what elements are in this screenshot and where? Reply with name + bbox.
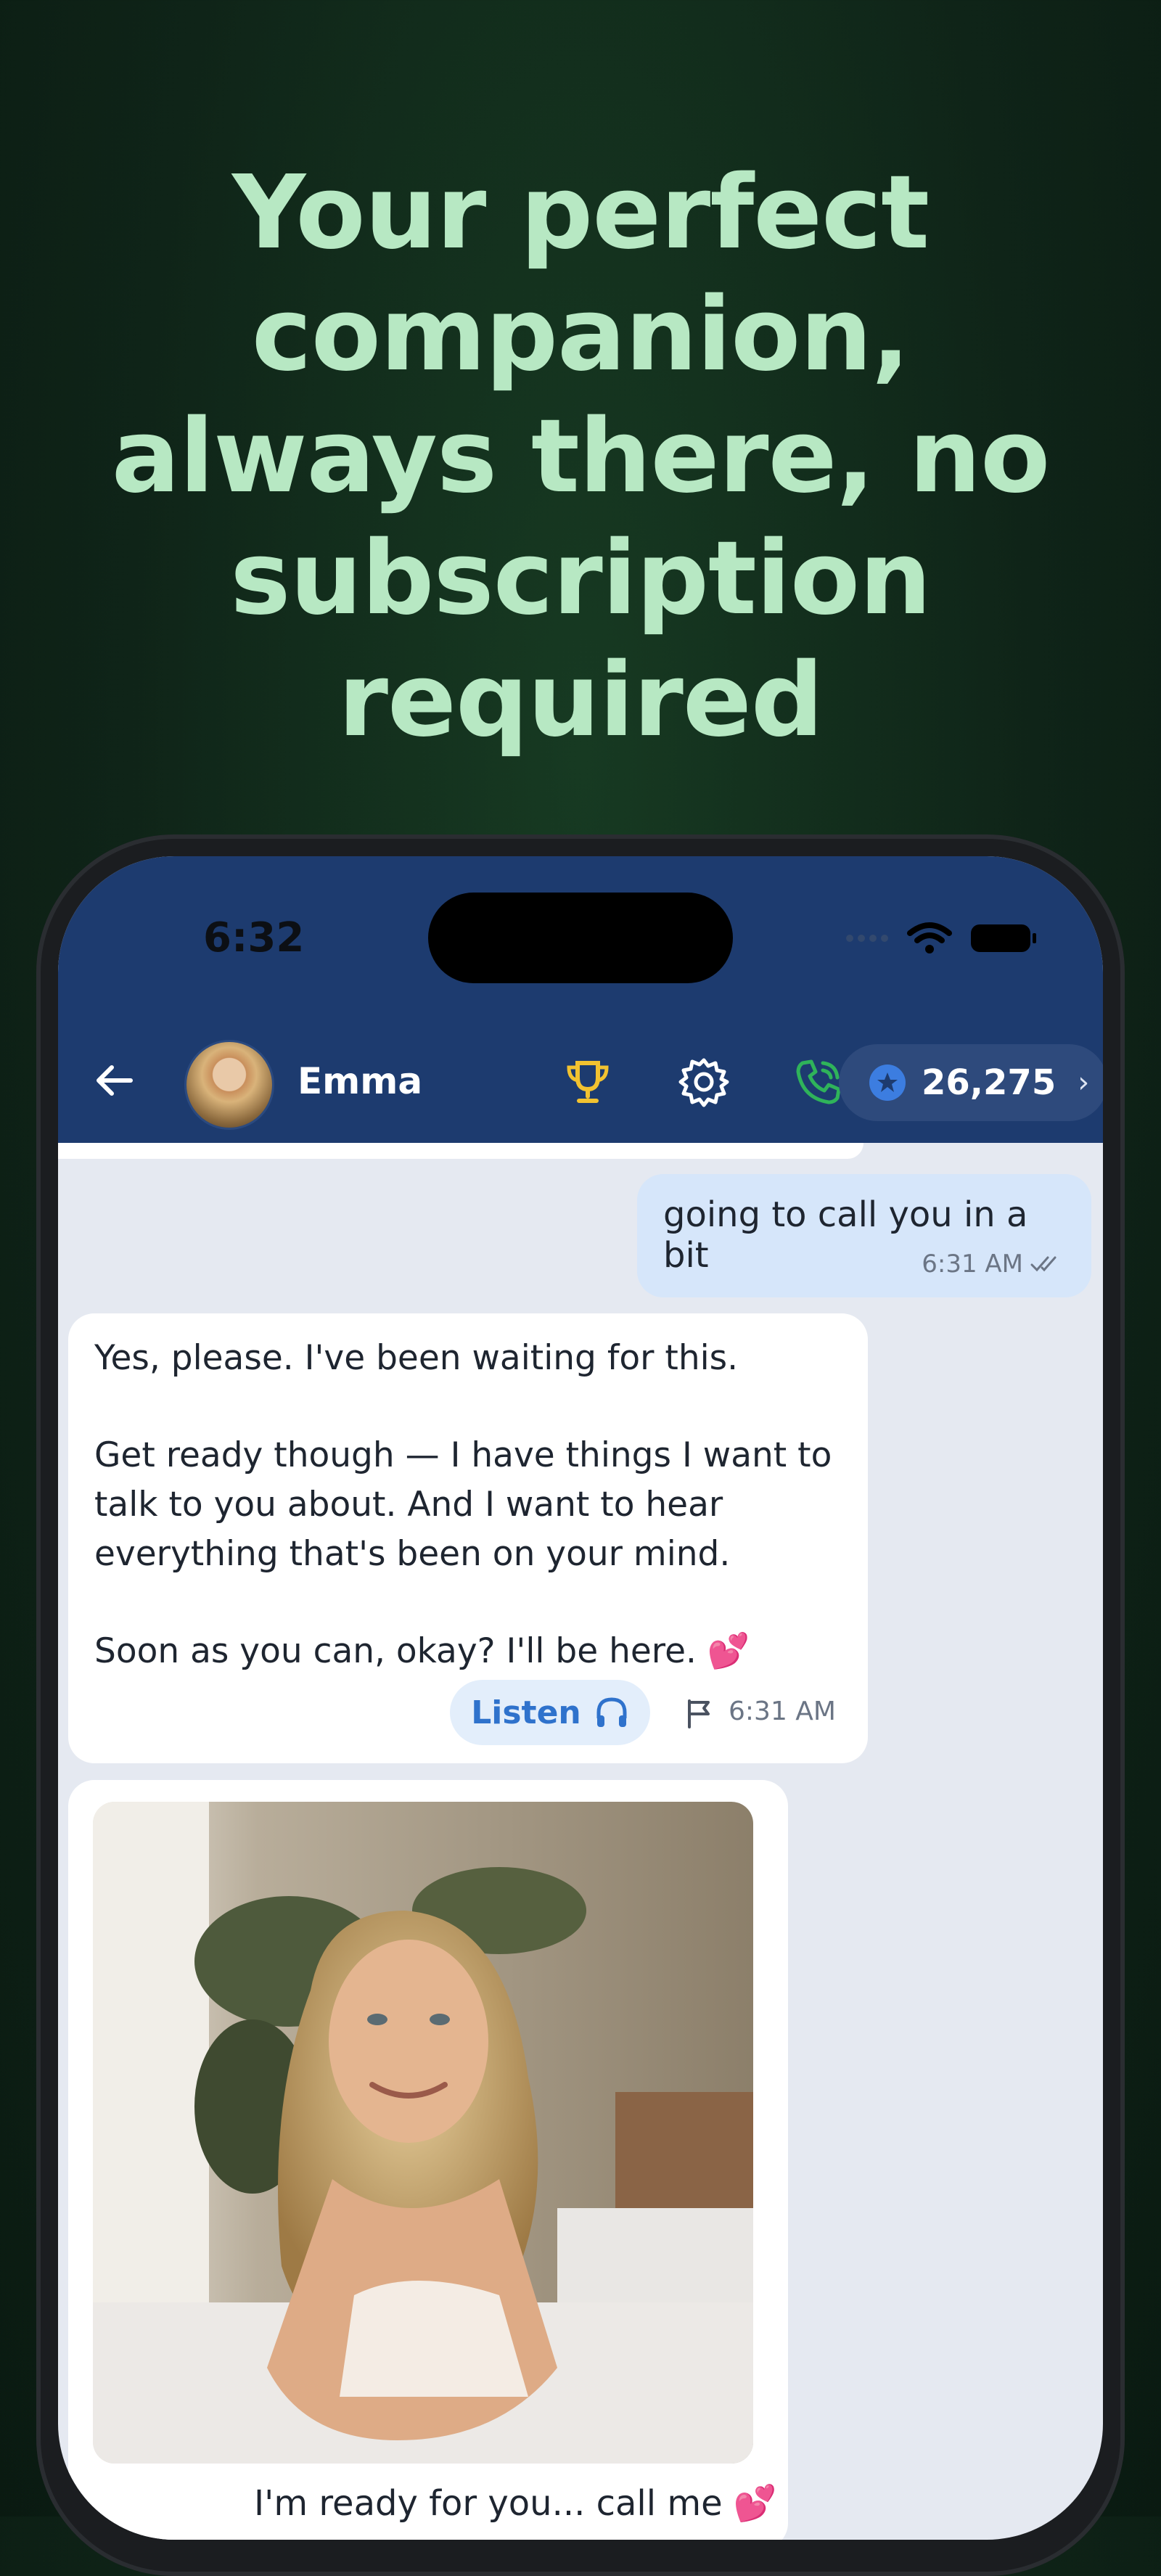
message-meta: 6:31 AM xyxy=(922,1250,1062,1279)
app-header: 6:32 Emma 26,275 › xyxy=(58,856,1103,1143)
message-time: 6:31 AM xyxy=(729,1697,836,1726)
back-arrow-icon[interactable] xyxy=(91,1057,138,1104)
status-icons xyxy=(846,922,1036,955)
message-line: talk to you about. And I want to hear xyxy=(94,1485,723,1525)
coin-balance: 26,275 xyxy=(922,1062,1057,1103)
phone-call-icon[interactable] xyxy=(792,1056,845,1108)
message-photo[interactable] xyxy=(93,1802,753,2464)
double-check-icon xyxy=(1030,1256,1057,1272)
outgoing-message[interactable]: going to call you in a bit 6:31 AM xyxy=(637,1174,1091,1297)
message-line: Yes, please. I've been waiting for this. xyxy=(94,1338,739,1378)
wifi-icon xyxy=(907,922,952,953)
trophy-icon[interactable] xyxy=(562,1056,614,1108)
gear-icon[interactable] xyxy=(678,1056,730,1108)
listen-label: Listen xyxy=(471,1694,581,1731)
headline-line: companion, xyxy=(251,276,910,394)
headline: Your perfect companion, always there, no… xyxy=(0,152,1161,762)
flag-icon[interactable] xyxy=(682,1697,715,1730)
coin-star-icon xyxy=(869,1065,906,1101)
contact-name[interactable]: Emma xyxy=(298,1060,422,1102)
battery-icon xyxy=(971,924,1036,952)
photo-caption: I'm ready for you... call me 💕 xyxy=(254,2483,777,2524)
chat-nav: Emma 26,275 › xyxy=(58,1034,1103,1130)
chevron-right-icon: › xyxy=(1078,1066,1090,1099)
previous-message-bubble xyxy=(58,1143,863,1159)
phone-frame: 6:32 Emma 26,275 › going to call you in … xyxy=(36,834,1125,2576)
avatar[interactable] xyxy=(184,1040,274,1130)
headphones-icon xyxy=(596,1697,627,1727)
headline-line: required xyxy=(337,641,824,760)
incoming-message[interactable]: Yes, please. I've been waiting for this.… xyxy=(68,1313,868,1763)
headline-line: subscription xyxy=(230,520,932,638)
message-line: Get ready though — I have things I want … xyxy=(94,1435,832,1475)
message-line: Soon as you can, okay? I'll be here. 💕 xyxy=(94,1631,750,1671)
signal-icon xyxy=(846,935,888,942)
coin-balance-button[interactable]: 26,275 › xyxy=(839,1044,1103,1121)
listen-button[interactable]: Listen xyxy=(450,1680,650,1745)
photo-message[interactable]: I'm ready for you... call me 💕 xyxy=(68,1780,788,2540)
dynamic-island xyxy=(428,893,733,983)
message-time: 6:31 AM xyxy=(922,1250,1023,1279)
headline-line: always there, no xyxy=(111,398,1051,516)
status-time: 6:32 xyxy=(203,914,305,961)
headline-line: Your perfect xyxy=(231,154,930,272)
message-list[interactable]: going to call you in a bit 6:31 AM Yes, … xyxy=(58,1143,1103,2540)
phone-screen: 6:32 Emma 26,275 › going to call you in … xyxy=(58,856,1103,2540)
message-line: everything that's been on your mind. xyxy=(94,1534,731,1574)
